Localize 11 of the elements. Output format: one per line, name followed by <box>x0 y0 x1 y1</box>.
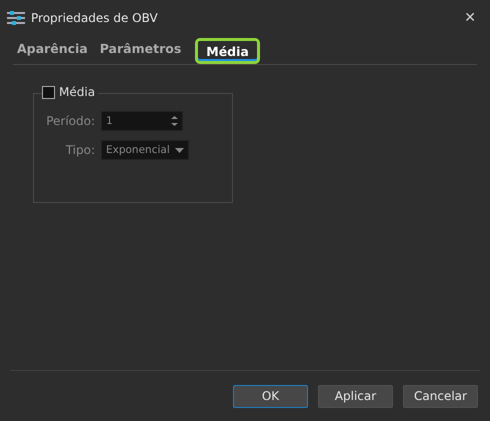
window-title: Propriedades de OBV <box>31 11 159 25</box>
tab[interactable]: Média <box>195 38 260 64</box>
field-label: Período: <box>45 114 95 128</box>
field-label: Tipo: <box>64 143 95 157</box>
dialog-button[interactable]: Cancelar <box>403 384 478 408</box>
dialog-button[interactable]: Aplicar <box>318 384 393 408</box>
checkbox-label: Média <box>59 85 96 99</box>
tab[interactable]: Parâmetros <box>96 37 186 64</box>
tab[interactable]: Aparência <box>13 37 92 64</box>
close-button[interactable]: ✕ <box>458 6 482 30</box>
dialog-button[interactable]: OK <box>233 384 308 408</box>
